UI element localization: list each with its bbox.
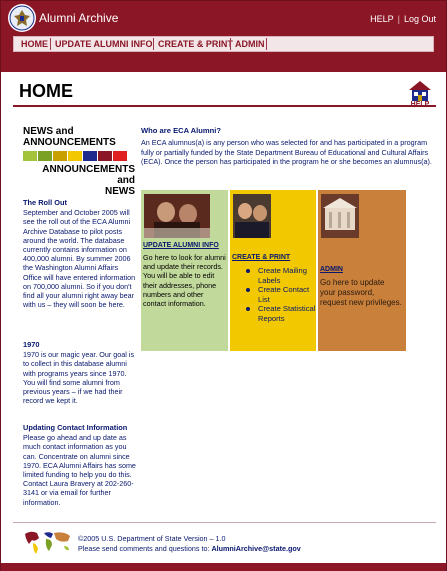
news-item-heading: Updating Contact Information <box>23 423 128 432</box>
news-item-body: Please go ahead and up date as much cont… <box>23 433 136 507</box>
link-separator: | <box>397 14 400 24</box>
color-swatch <box>98 151 112 161</box>
nav-create-print[interactable]: CREATE & PRINT <box>155 37 236 51</box>
news-header: NEWS and ANNOUNCEMENTS ANNOUNCEMENTS and… <box>23 126 135 197</box>
app-window: Alumni Archive HELP | Log Out HOME UPDATE … <box>0 0 447 571</box>
admin-panel-text: Go here to update your password, request… <box>320 278 402 307</box>
people-photo-icon <box>233 194 271 238</box>
nav-divider <box>153 38 154 50</box>
news-item: Updating Contact Information Please go a… <box>23 423 136 507</box>
create-print-panel: CREATE & PRINT Create Mailing Labels Cre… <box>230 190 316 351</box>
nav-home[interactable]: HOME <box>18 37 51 51</box>
announcements-title-line: ANNOUNCEMENTS and <box>42 164 135 186</box>
who-heading: Who are ECA Alumni? <box>141 126 222 135</box>
contact-line: Please send comments and questions to: A… <box>78 544 301 554</box>
create-statistical-reports-link[interactable]: Create Statistical Reports <box>240 304 316 323</box>
page-title: HOME <box>19 81 73 101</box>
logout-link[interactable]: Log Out <box>404 14 436 24</box>
top-links: HELP | Log Out <box>370 14 436 24</box>
nav-divider <box>266 38 267 50</box>
alumni-photo-icon <box>144 194 210 238</box>
title-divider <box>13 105 436 107</box>
help-house-icon <box>409 81 431 101</box>
color-swatch <box>53 151 67 161</box>
news-title: NEWS and ANNOUNCEMENTS <box>23 126 135 148</box>
create-mailing-labels-link[interactable]: Create Mailing Labels <box>240 266 316 285</box>
nav-update-alumni-info[interactable]: UPDATE ALUMNI INFO <box>52 37 156 51</box>
nav-divider <box>230 38 231 50</box>
main-nav: HOME UPDATE ALUMNI INFO CREATE & PRINT A… <box>13 36 434 52</box>
nav-admin[interactable]: ADMIN <box>232 37 268 51</box>
who-body: An ECA alumnus(a) is any person who was … <box>141 138 432 167</box>
footer-divider <box>13 522 436 523</box>
copyright-text: ©2005 U.S. Department of State Version –… <box>78 534 226 543</box>
building-photo-icon <box>321 194 359 238</box>
world-map-icon <box>25 531 70 554</box>
news-item: 1970 1970 is our magic year. Our goal is… <box>23 340 136 405</box>
color-swatch <box>68 151 82 161</box>
news-item-body: September and October 2005 will see the … <box>23 208 136 310</box>
admin-panel: ADMIN Go here to update your password, r… <box>318 190 406 351</box>
news-item: The Roll Out September and October 2005 … <box>23 198 136 309</box>
contact-email-link[interactable]: AlumniArchive@state.gov <box>211 544 300 553</box>
header-band <box>1 55 446 72</box>
admin-link[interactable]: ADMIN <box>320 266 343 273</box>
contact-prefix: Please send comments and questions to: <box>78 544 212 553</box>
create-print-link[interactable]: CREATE & PRINT <box>232 254 290 261</box>
news-item-heading: 1970 <box>23 340 40 349</box>
create-contact-list-link[interactable]: Create Contact List <box>240 285 316 304</box>
footer-band <box>1 563 446 571</box>
update-panel-text: Go here to look for alumni and update th… <box>143 253 226 309</box>
app-title: Alumni Archive <box>39 11 119 25</box>
color-swatch <box>38 151 52 161</box>
color-swatch <box>23 151 37 161</box>
update-alumni-panel: UPDATE ALUMNI INFO Go here to look for a… <box>141 190 228 351</box>
update-alumni-info-link[interactable]: UPDATE ALUMNI INFO <box>143 242 219 249</box>
news-title-line: NEWS and <box>23 126 74 137</box>
nav-divider <box>50 38 51 50</box>
state-department-seal-icon <box>8 4 36 32</box>
who-are-alumni-section: Who are ECA Alumni? An ECA alumnus(a) is… <box>141 126 437 167</box>
header-bar: Alumni Archive HELP | Log Out HOME UPDATE … <box>1 1 446 55</box>
color-swatch <box>113 151 127 161</box>
news-item-body: 1970 is our magic year. Our goal is to c… <box>23 350 135 406</box>
footer: ©2005 U.S. Department of State Version –… <box>78 534 301 554</box>
announcements-title: ANNOUNCEMENTS and NEWS <box>23 164 135 197</box>
create-options-list: Create Mailing Labels Create Contact Lis… <box>240 266 316 324</box>
news-item-heading: The Roll Out <box>23 198 67 207</box>
color-swatch-strip <box>23 151 135 161</box>
announcements-title-line: NEWS <box>105 186 135 197</box>
color-swatch <box>83 151 97 161</box>
news-title-line: ANNOUNCEMENTS <box>23 137 116 148</box>
help-link[interactable]: HELP <box>370 14 394 24</box>
